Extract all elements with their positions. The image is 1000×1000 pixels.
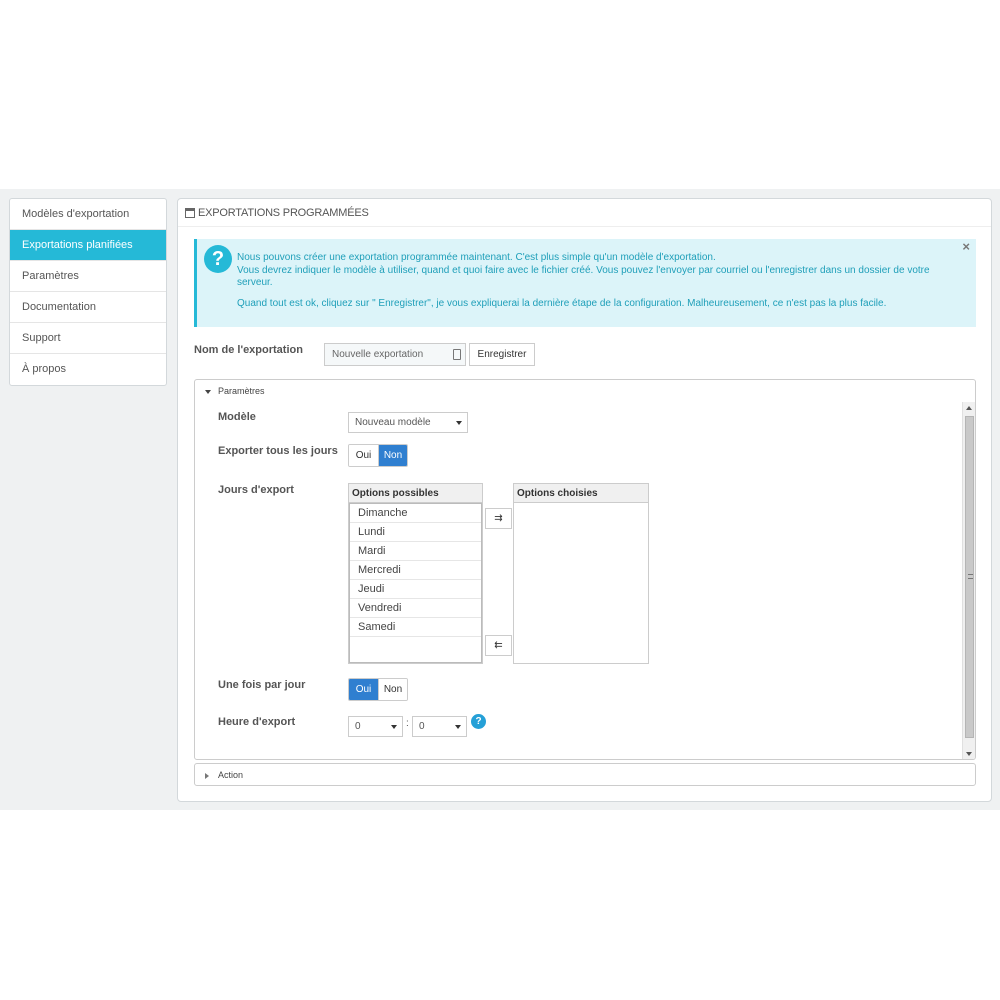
chosen-options-header: Options choisies bbox=[514, 484, 648, 503]
sidebar-item-about[interactable]: À propos bbox=[10, 354, 166, 385]
caret-right-icon bbox=[205, 772, 209, 779]
calendar-icon bbox=[185, 207, 195, 218]
info-alert: ? × Nous pouvons créer une exportation p… bbox=[194, 239, 976, 327]
add-selected-button[interactable]: ⇉ bbox=[485, 508, 512, 529]
alert-line: Quand tout est ok, cliquez sur " Enregis… bbox=[237, 297, 887, 309]
every-day-label: Exporter tous les jours bbox=[218, 445, 338, 457]
minute-value: 0 bbox=[419, 721, 425, 732]
remove-selected-button[interactable]: ⇇ bbox=[485, 635, 512, 656]
scheduled-exports-panel: EXPORTATIONS PROGRAMMÉES ? × Nous pouvon… bbox=[177, 198, 992, 802]
available-options-header: Options possibles bbox=[349, 484, 482, 503]
every-day-yes[interactable]: Oui bbox=[349, 445, 378, 466]
model-select[interactable]: Nouveau modèle bbox=[348, 412, 468, 433]
available-options-scroll[interactable]: Dimanche Lundi Mardi Mercredi Jeudi Vendredi S… bbox=[349, 503, 482, 663]
export-name-value: Nouvelle exportation bbox=[332, 349, 424, 360]
chosen-options-list[interactable] bbox=[514, 503, 648, 663]
clear-icon[interactable] bbox=[453, 349, 461, 360]
model-label: Modèle bbox=[218, 411, 256, 423]
sidebar-item-export-models[interactable]: Modèles d'exportation bbox=[10, 199, 166, 230]
every-day-toggle: Oui Non bbox=[348, 444, 408, 467]
time-separator: : bbox=[406, 718, 409, 729]
caret-down-icon bbox=[205, 389, 211, 394]
alert-line: Vous devrez indiquer le modèle à utilise… bbox=[237, 264, 930, 289]
available-options-list: Dimanche Lundi Mardi Mercredi Jeudi Vendredi S… bbox=[349, 503, 482, 663]
sidebar-nav: Modèles d'exportation Exportations plani… bbox=[9, 198, 167, 386]
export-name-label: Nom de l'exportation bbox=[194, 344, 303, 356]
sidebar-item-support[interactable]: Support bbox=[10, 323, 166, 354]
parameters-section: Paramètres Modèle Nouveau modèle Exporte… bbox=[194, 379, 976, 760]
alert-text: Nous pouvons créer une exportation progr… bbox=[237, 252, 967, 310]
hour-select[interactable]: 0 bbox=[348, 716, 403, 737]
list-item[interactable]: Vendredi bbox=[350, 599, 481, 618]
model-selected-value: Nouveau modèle bbox=[355, 417, 431, 428]
sidebar-item-settings[interactable]: Paramètres bbox=[10, 261, 166, 292]
export-name-input[interactable]: Nouvelle exportation bbox=[324, 343, 466, 366]
action-toggle[interactable]: Action bbox=[205, 770, 243, 780]
action-section[interactable]: Action bbox=[194, 763, 976, 786]
every-day-no[interactable]: Non bbox=[378, 445, 407, 466]
export-days-label: Jours d'export bbox=[218, 484, 294, 496]
list-item[interactable]: Mercredi bbox=[350, 561, 481, 580]
list-item[interactable]: Dimanche bbox=[350, 504, 481, 523]
action-section-label: Action bbox=[218, 770, 244, 780]
panel-title: EXPORTATIONS PROGRAMMÉES bbox=[198, 206, 369, 219]
available-options-box: Options possibles Dimanche Lundi Mardi Merc… bbox=[348, 483, 483, 664]
panel-heading: EXPORTATIONS PROGRAMMÉES bbox=[178, 199, 991, 227]
list-item[interactable]: Samedi bbox=[350, 618, 481, 637]
parameters-toggle[interactable]: Paramètres bbox=[205, 386, 265, 396]
once-per-day-yes[interactable]: Oui bbox=[349, 679, 378, 700]
scroll-up-icon[interactable] bbox=[966, 406, 972, 410]
chevron-down-icon bbox=[456, 421, 462, 425]
once-per-day-no[interactable]: Non bbox=[378, 679, 407, 700]
list-item[interactable]: Mardi bbox=[350, 542, 481, 561]
scroll-down-icon[interactable] bbox=[966, 752, 972, 756]
grip-icon bbox=[968, 574, 973, 579]
question-circle-icon: ? bbox=[204, 245, 232, 273]
chevron-down-icon bbox=[391, 725, 397, 729]
scroll-thumb[interactable] bbox=[965, 416, 974, 738]
sidebar-item-documentation[interactable]: Documentation bbox=[10, 292, 166, 323]
parameters-section-label: Paramètres bbox=[218, 386, 265, 396]
hour-value: 0 bbox=[355, 721, 361, 732]
save-button[interactable]: Enregistrer bbox=[469, 343, 535, 366]
once-per-day-label: Une fois par jour bbox=[218, 679, 306, 691]
help-icon[interactable]: ? bbox=[471, 714, 486, 729]
parameters-scrollbar[interactable] bbox=[962, 402, 975, 759]
list-item[interactable]: Jeudi bbox=[350, 580, 481, 599]
minute-select[interactable]: 0 bbox=[412, 716, 467, 737]
once-per-day-toggle: Oui Non bbox=[348, 678, 408, 701]
alert-line: Nous pouvons créer une exportation progr… bbox=[237, 252, 716, 263]
chevron-down-icon bbox=[455, 725, 461, 729]
sidebar-item-scheduled-exports[interactable]: Exportations planifiées bbox=[10, 230, 166, 261]
chosen-options-box: Options choisies bbox=[513, 483, 649, 664]
export-time-label: Heure d'export bbox=[218, 716, 296, 728]
list-item[interactable]: Lundi bbox=[350, 523, 481, 542]
